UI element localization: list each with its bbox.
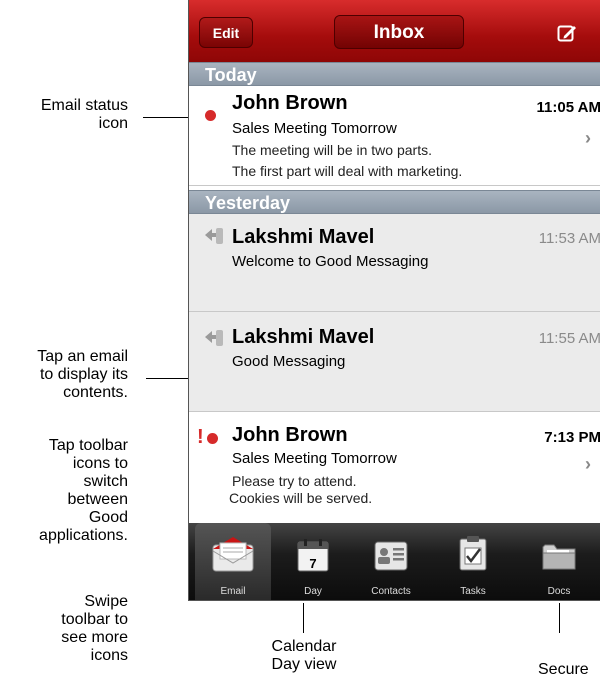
email-subject: Sales Meeting Tomorrow	[232, 450, 397, 467]
callout-text: Tap an email	[37, 348, 128, 365]
chevron-right-icon: ›	[585, 128, 591, 148]
swipe-callout: Swipe toolbar to see more icons	[0, 593, 128, 665]
section-header-today: Today	[189, 62, 600, 86]
toolbar-label: Contacts	[371, 586, 411, 597]
secure-callout: Secure rep	[538, 661, 600, 679]
toolbar-label: Docs	[547, 586, 571, 597]
email-preview: The meeting will be in two parts.	[232, 142, 432, 158]
edit-button[interactable]: Edit	[199, 17, 253, 48]
email-time: 11:55 AM	[538, 330, 600, 347]
email-row[interactable]: Lakshmi Mavel 11:53 AM Welcome to Good M…	[189, 214, 600, 312]
callout-text: Swipe	[84, 593, 128, 610]
email-subject: Welcome to Good Messaging	[232, 253, 429, 270]
toolbar-label: Email	[220, 586, 246, 597]
toolbar-docs[interactable]: Docs	[521, 523, 597, 600]
email-sender: Lakshmi Mavel	[232, 226, 375, 248]
contacts-icon	[374, 541, 408, 571]
email-subject: Good Messaging	[232, 353, 346, 370]
callout-text: to display its	[39, 366, 128, 383]
callout-text: Good	[88, 509, 128, 526]
unread-status-icon	[207, 433, 218, 444]
email-preview: Please try to attend.	[232, 473, 357, 489]
tap-email-leader-line	[146, 378, 188, 379]
email-time: 11:05 AM	[536, 99, 600, 116]
tap-email-callout: Tap an email to display its contents.	[0, 348, 128, 402]
toolbar-contacts[interactable]: Contacts	[351, 523, 431, 600]
callout-text: Tap toolbar	[48, 437, 128, 454]
email-subject: Sales Meeting Tomorrow	[232, 120, 397, 137]
callout-text: icons to	[72, 455, 128, 472]
email-preview: Cookies will be served.	[229, 490, 373, 506]
replied-status-icon	[205, 330, 223, 346]
replied-status-icon	[205, 228, 223, 244]
email-time: 11:53 AM	[538, 230, 600, 247]
callout-text: switch	[83, 473, 128, 490]
email-status-leader-line	[143, 117, 188, 118]
email-sender: Lakshmi Mavel	[232, 326, 375, 348]
phone-screen: Edit Inbox Today John Brown 11:05 AM Sal…	[188, 0, 600, 601]
section-header-yesterday: Yesterday	[189, 190, 600, 214]
folder-icon	[542, 544, 576, 570]
toolbar-email[interactable]: Email	[195, 523, 271, 600]
toolbar-label: Tasks	[460, 586, 486, 597]
toolbar-callout: Tap toolbar icons to switch between Good…	[0, 437, 128, 545]
email-row[interactable]: ! John Brown 7:13 PM Sales Meeting Tomor…	[189, 412, 600, 516]
callout-text: icons	[90, 647, 128, 664]
toolbar-day[interactable]: 7 Day	[275, 523, 351, 600]
secure-leader-line	[559, 603, 560, 633]
calendar-day-number: 7	[309, 556, 317, 571]
email-preview: The first part will deal with marketing.	[232, 163, 463, 179]
callout-text: toolbar to	[61, 611, 128, 628]
callout-text: Calendar	[271, 638, 337, 655]
callout-text: Day view	[271, 656, 337, 673]
tasks-icon	[459, 536, 487, 571]
nav-bar: Edit Inbox	[189, 0, 600, 63]
calendar-callout: Calendar Day view	[254, 638, 354, 674]
email-icon	[212, 537, 254, 572]
calendar-leader-line	[303, 603, 304, 633]
callout-text: Secure	[538, 661, 589, 678]
callout-text: icon	[98, 115, 128, 132]
unread-status-icon	[205, 110, 216, 121]
inbox-title: Inbox	[334, 15, 464, 49]
callout-text: see more	[61, 629, 128, 646]
priority-icon: !	[197, 426, 204, 448]
callout-text: Email status	[40, 97, 128, 114]
email-status-callout: Email status icon	[0, 97, 128, 133]
email-sender: John Brown	[232, 92, 348, 114]
chevron-right-icon: ›	[585, 454, 591, 474]
email-row[interactable]: John Brown 11:05 AM Sales Meeting Tomorr…	[189, 86, 600, 186]
toolbar-tasks[interactable]: Tasks	[435, 523, 511, 600]
app-toolbar[interactable]: Email 7 Day Contacts Tasks Docs	[189, 523, 600, 600]
email-sender: John Brown	[232, 424, 348, 446]
callout-text: contents.	[63, 384, 128, 401]
callout-text: applications.	[39, 527, 128, 544]
toolbar-label: Day	[304, 586, 322, 597]
callout-text: between	[67, 491, 129, 508]
compose-icon[interactable]	[557, 23, 577, 43]
email-time: 7:13 PM	[544, 429, 600, 446]
email-row[interactable]: Lakshmi Mavel 11:55 AM Good Messaging	[189, 312, 600, 412]
